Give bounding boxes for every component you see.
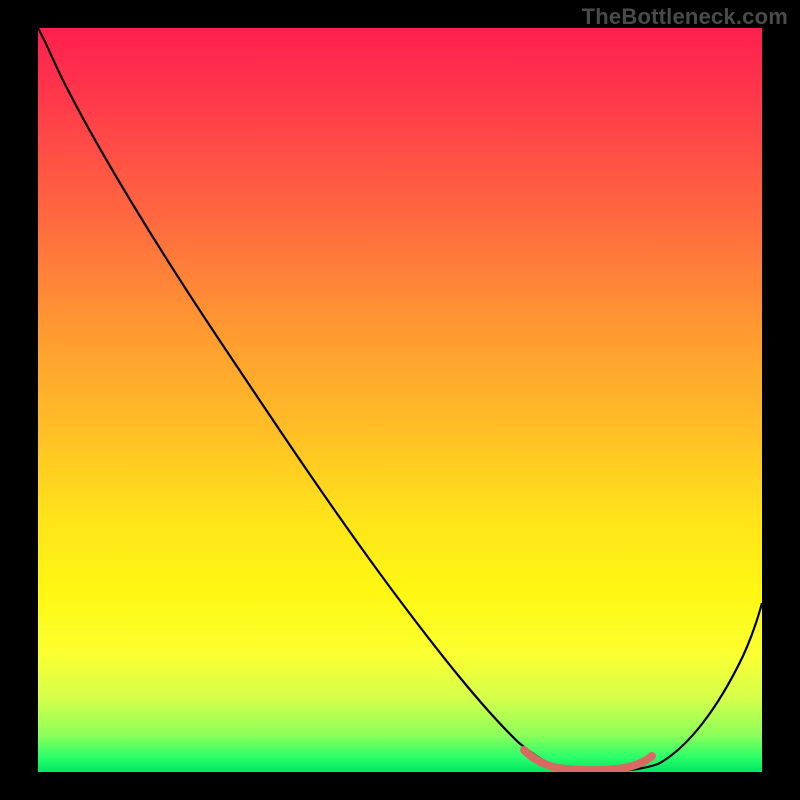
plot-area [38, 28, 762, 772]
watermark-text: TheBottleneck.com [582, 4, 788, 30]
bottleneck-curve [38, 28, 762, 771]
optimal-band-marker [524, 750, 652, 770]
curve-layer [38, 28, 762, 772]
chart-frame: TheBottleneck.com [0, 0, 800, 800]
